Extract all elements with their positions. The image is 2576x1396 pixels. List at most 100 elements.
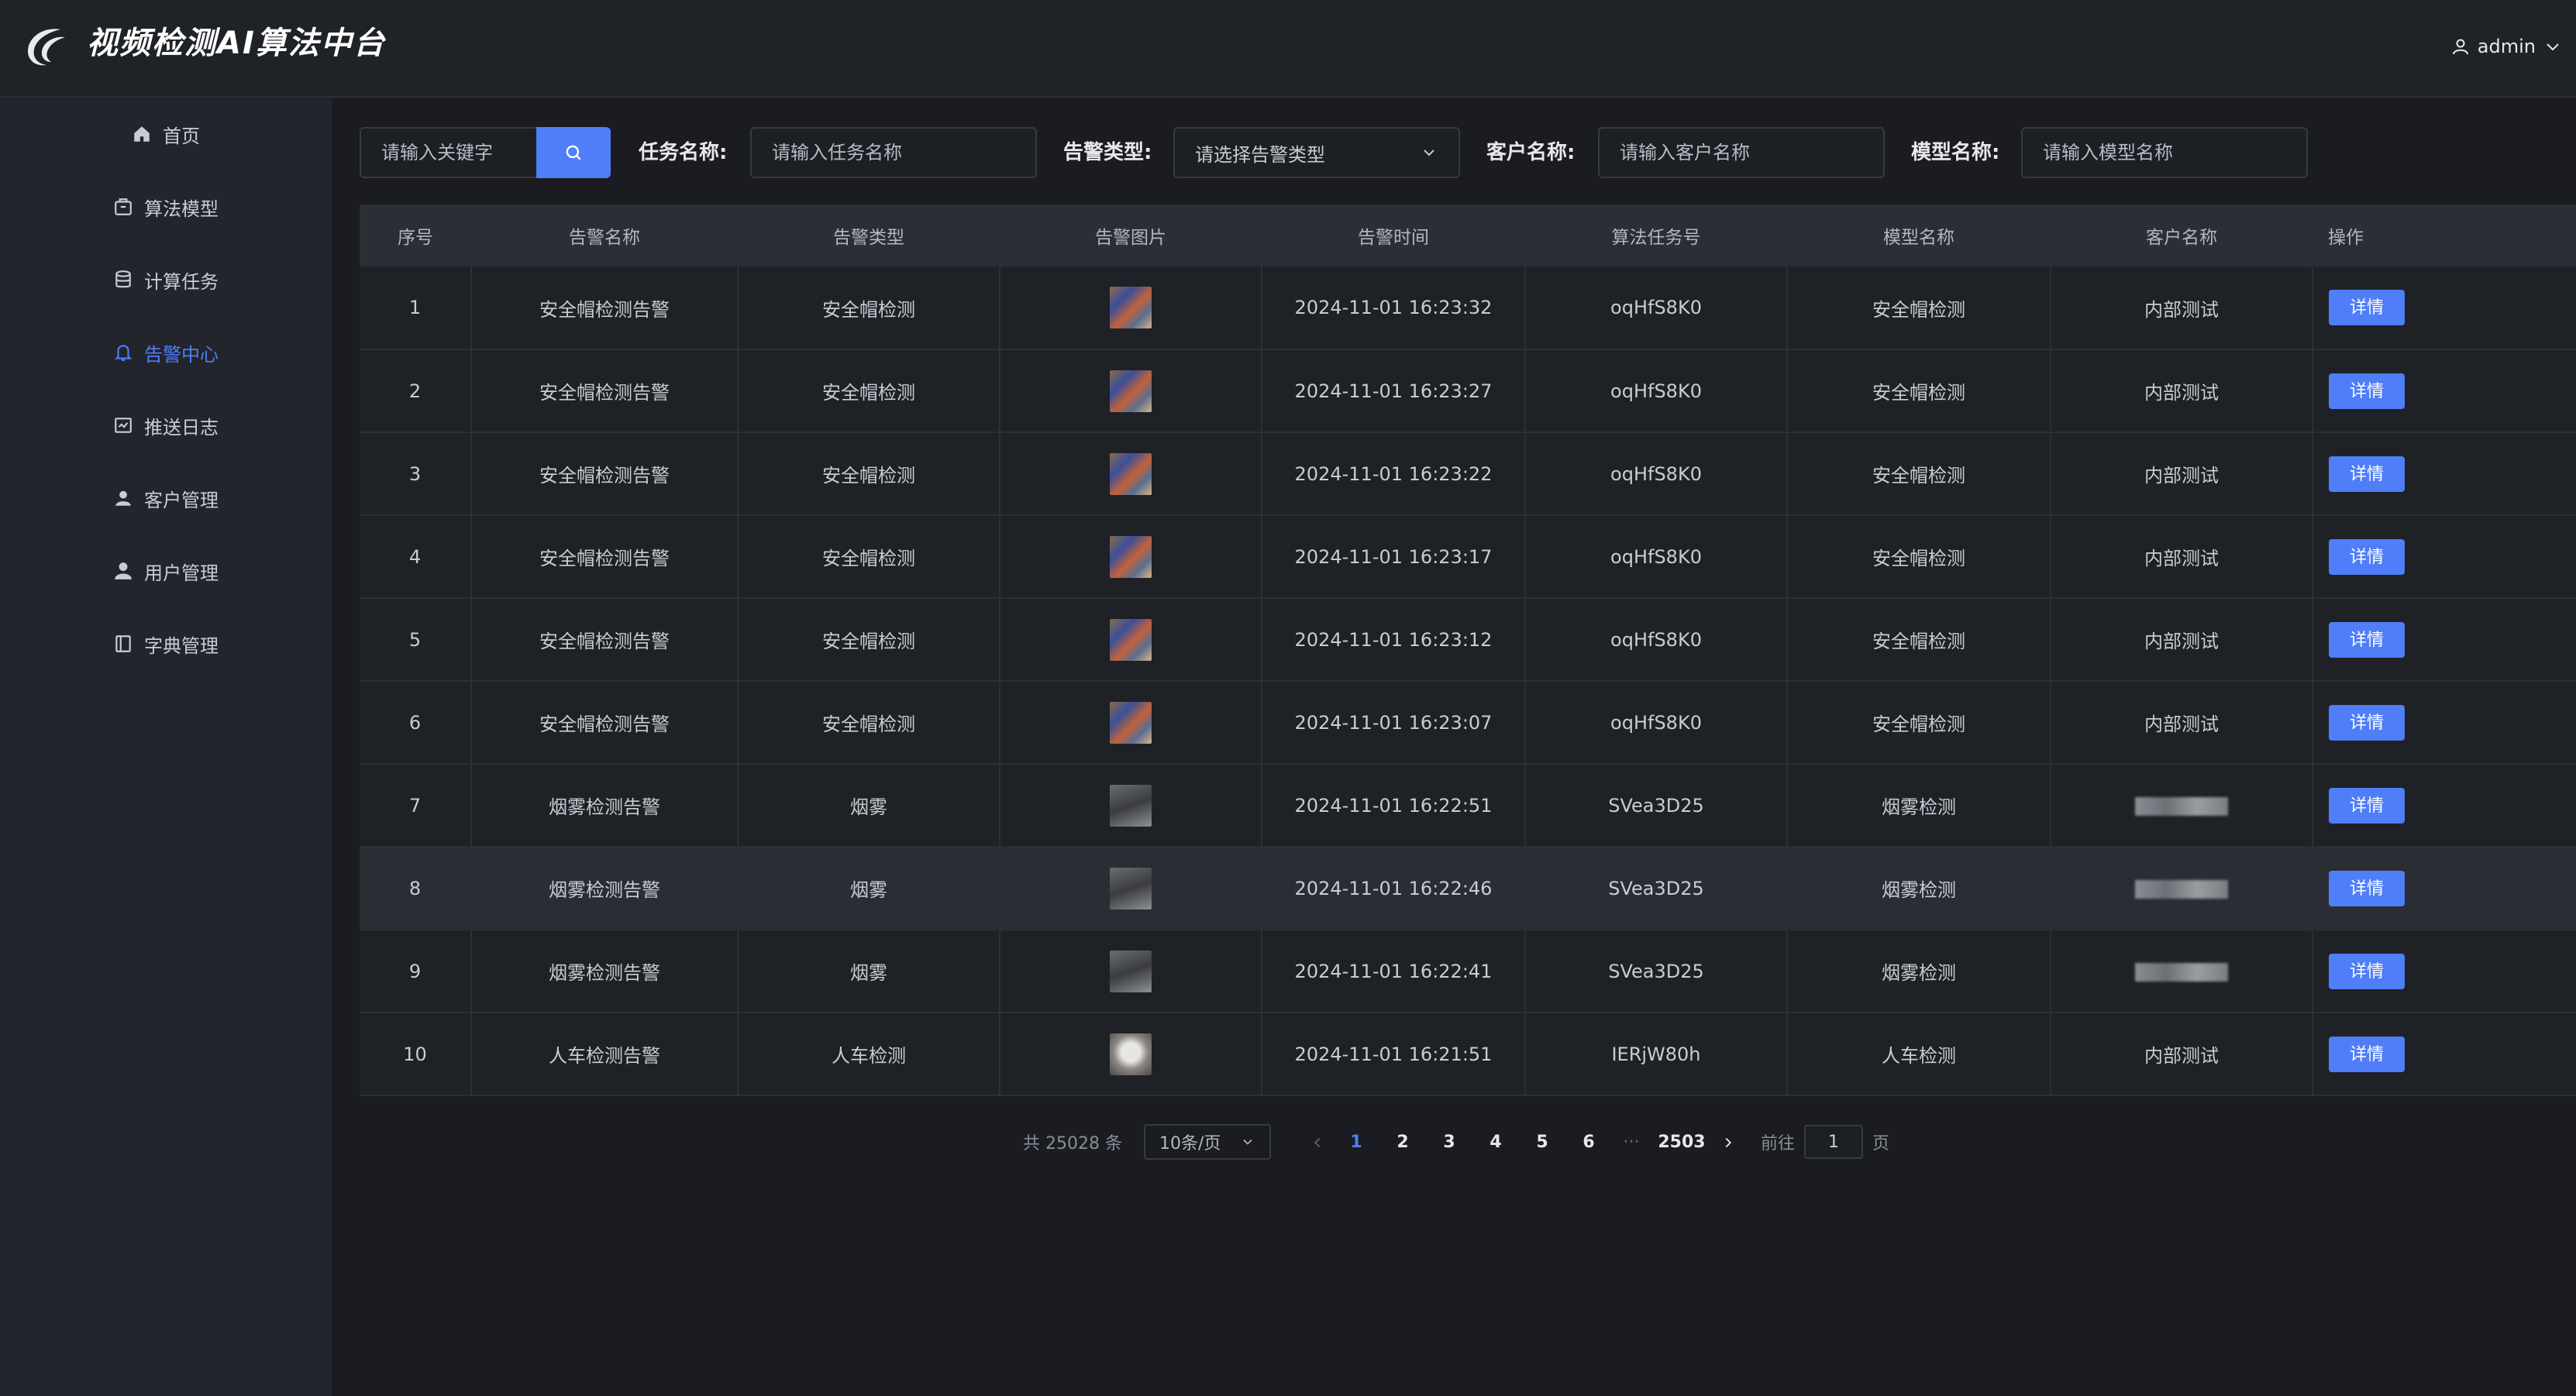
name-cell: 安全帽检测告警 bbox=[471, 598, 739, 681]
logo-icon bbox=[28, 29, 65, 66]
time-cell: 2024-11-01 16:22:51 bbox=[1262, 764, 1526, 847]
page-number-5[interactable]: 5 bbox=[1519, 1133, 1565, 1152]
goto-page-input[interactable] bbox=[1804, 1125, 1863, 1159]
alarm-thumbnail[interactable] bbox=[1110, 287, 1152, 328]
alarm-thumbnail[interactable] bbox=[1110, 701, 1152, 744]
table-header-row: 序号 告警名称 告警类型 告警图片 告警时间 算法任务号 模型名称 客户名称 操… bbox=[360, 205, 2576, 266]
name-cell: 安全帽检测告警 bbox=[471, 681, 739, 764]
sidebar-item-customers[interactable]: 客户管理 bbox=[0, 462, 332, 535]
alarm-image-cell bbox=[1000, 598, 1262, 681]
alarm-thumbnail[interactable] bbox=[1110, 867, 1152, 909]
total-count: 共 25028 条 bbox=[1023, 1134, 1122, 1154]
next-page-button[interactable] bbox=[1713, 1133, 1744, 1152]
sidebar-item-tasks[interactable]: 计算任务 bbox=[0, 243, 332, 316]
sidebar-item-label: 字典管理 bbox=[144, 634, 219, 657]
search-button[interactable] bbox=[536, 127, 611, 178]
redacted-text bbox=[2135, 796, 2228, 816]
task-name-input[interactable] bbox=[750, 127, 1037, 178]
model-cell: 烟雾检测 bbox=[1787, 764, 2051, 847]
column-header: 告警图片 bbox=[1095, 228, 1166, 248]
detail-button[interactable]: 详情 bbox=[2329, 787, 2405, 824]
more-pages[interactable]: ··· bbox=[1612, 1133, 1651, 1152]
page-number-6[interactable]: 6 bbox=[1565, 1133, 1612, 1152]
alarm-table: 序号 告警名称 告警类型 告警图片 告警时间 算法任务号 模型名称 客户名称 操… bbox=[360, 205, 2576, 1095]
customer-cell: 内部测试 bbox=[2051, 515, 2313, 598]
task-cell: oqHfS8K0 bbox=[1525, 515, 1788, 598]
alarm-thumbnail[interactable] bbox=[1110, 370, 1152, 412]
no-cell: 4 bbox=[360, 515, 472, 598]
detail-button[interactable]: 详情 bbox=[2329, 704, 2405, 741]
no-cell: 9 bbox=[360, 930, 472, 1013]
chevron-down-icon bbox=[1243, 1139, 1252, 1145]
model-cell: 安全帽检测 bbox=[1787, 266, 2051, 349]
keyword-input[interactable] bbox=[360, 127, 536, 178]
alarm-thumbnail[interactable] bbox=[1110, 535, 1152, 578]
name-cell: 安全帽检测告警 bbox=[471, 515, 739, 598]
page-number-2[interactable]: 2 bbox=[1379, 1133, 1426, 1152]
task-cell: oqHfS8K0 bbox=[1525, 598, 1788, 681]
alarm-thumbnail[interactable] bbox=[1110, 618, 1152, 661]
sidebar-item-users[interactable]: 用户管理 bbox=[0, 535, 332, 607]
name-cell: 安全帽检测告警 bbox=[471, 266, 739, 349]
page-number-last[interactable]: 2503 bbox=[1651, 1133, 1713, 1152]
sidebar-item-push-logs[interactable]: 推送日志 bbox=[0, 389, 332, 462]
customer-cell: 内部测试 bbox=[2051, 349, 2313, 432]
type-cell: 安全帽检测 bbox=[738, 432, 1000, 515]
detail-button[interactable]: 详情 bbox=[2329, 290, 2405, 325]
alarm-image-cell bbox=[1000, 266, 1262, 349]
time-cell: 2024-11-01 16:23:27 bbox=[1262, 349, 1526, 432]
page-number-3[interactable]: 3 bbox=[1426, 1133, 1472, 1152]
alarm-image-cell bbox=[1000, 432, 1262, 515]
detail-button[interactable]: 详情 bbox=[2329, 621, 2405, 658]
name-cell: 烟雾检测告警 bbox=[471, 930, 739, 1013]
action-cell: 详情 bbox=[2313, 432, 2576, 515]
detail-button[interactable]: 详情 bbox=[2329, 456, 2405, 492]
sidebar-item-alarms[interactable]: 告警中心 bbox=[0, 316, 332, 389]
no-cell: 5 bbox=[360, 598, 472, 681]
sidebar-item-dictionary[interactable]: 字典管理 bbox=[0, 607, 332, 680]
alarm-thumbnail[interactable] bbox=[1110, 1033, 1152, 1075]
task-cell: oqHfS8K0 bbox=[1525, 349, 1788, 432]
page-number-1[interactable]: 1 bbox=[1333, 1133, 1379, 1152]
sidebar-item-home[interactable]: 首页 bbox=[0, 98, 332, 170]
time-cell: 2024-11-01 16:22:41 bbox=[1262, 930, 1526, 1013]
detail-button[interactable]: 详情 bbox=[2329, 373, 2405, 409]
column-header: 算法任务号 bbox=[1611, 228, 1701, 248]
detail-button[interactable]: 详情 bbox=[2329, 538, 2405, 575]
username: admin bbox=[2477, 36, 2536, 57]
alarm-type-select[interactable]: 请选择告警类型 bbox=[1173, 127, 1460, 178]
customer-name-input[interactable] bbox=[1598, 127, 1885, 178]
no-cell: 1 bbox=[360, 266, 472, 349]
alarm-thumbnail[interactable] bbox=[1110, 784, 1152, 827]
user-menu[interactable]: admin bbox=[2451, 31, 2562, 62]
detail-button[interactable]: 详情 bbox=[2329, 953, 2405, 989]
model-cell: 烟雾检测 bbox=[1787, 847, 2051, 930]
sidebar-item-models[interactable]: 算法模型 bbox=[0, 170, 332, 243]
action-cell: 详情 bbox=[2313, 598, 2576, 681]
table-row: 6 安全帽检测告警 安全帽检测 2024-11-01 16:23:07 oqHfS8K0… bbox=[360, 681, 2576, 764]
action-cell: 详情 bbox=[2313, 1013, 2576, 1095]
task-cell: oqHfS8K0 bbox=[1525, 266, 1788, 349]
app-title: 视频检测AI算法中台 bbox=[87, 26, 386, 61]
alarm-thumbnail[interactable] bbox=[1110, 452, 1152, 495]
alarm-thumbnail[interactable] bbox=[1110, 950, 1152, 992]
model-cell: 烟雾检测 bbox=[1787, 930, 2051, 1013]
table-row: 5 安全帽检测告警 安全帽检测 2024-11-01 16:23:12 oqHfS8K0… bbox=[360, 598, 2576, 681]
customer-name-label: 客户名称: bbox=[1486, 141, 1576, 164]
prev-page-button[interactable] bbox=[1302, 1133, 1333, 1152]
name-cell: 烟雾检测告警 bbox=[471, 764, 739, 847]
detail-button[interactable]: 详情 bbox=[2329, 870, 2405, 906]
time-cell: 2024-11-01 16:23:12 bbox=[1262, 598, 1526, 681]
detail-button[interactable]: 详情 bbox=[2329, 1036, 2405, 1072]
page-size-select[interactable]: 10条/页 bbox=[1143, 1124, 1271, 1160]
customer-cell bbox=[2051, 930, 2313, 1013]
goto-prefix: 前往 bbox=[1760, 1134, 1795, 1154]
task-cell: SVea3D25 bbox=[1525, 847, 1788, 930]
name-cell: 安全帽检测告警 bbox=[471, 432, 739, 515]
customer-cell: 内部测试 bbox=[2051, 432, 2313, 515]
time-cell: 2024-11-01 16:21:51 bbox=[1262, 1013, 1526, 1095]
page-number-4[interactable]: 4 bbox=[1472, 1133, 1519, 1152]
customer-cell: 内部测试 bbox=[2051, 681, 2313, 764]
model-name-input[interactable] bbox=[2021, 127, 2308, 178]
no-cell: 3 bbox=[360, 432, 472, 515]
